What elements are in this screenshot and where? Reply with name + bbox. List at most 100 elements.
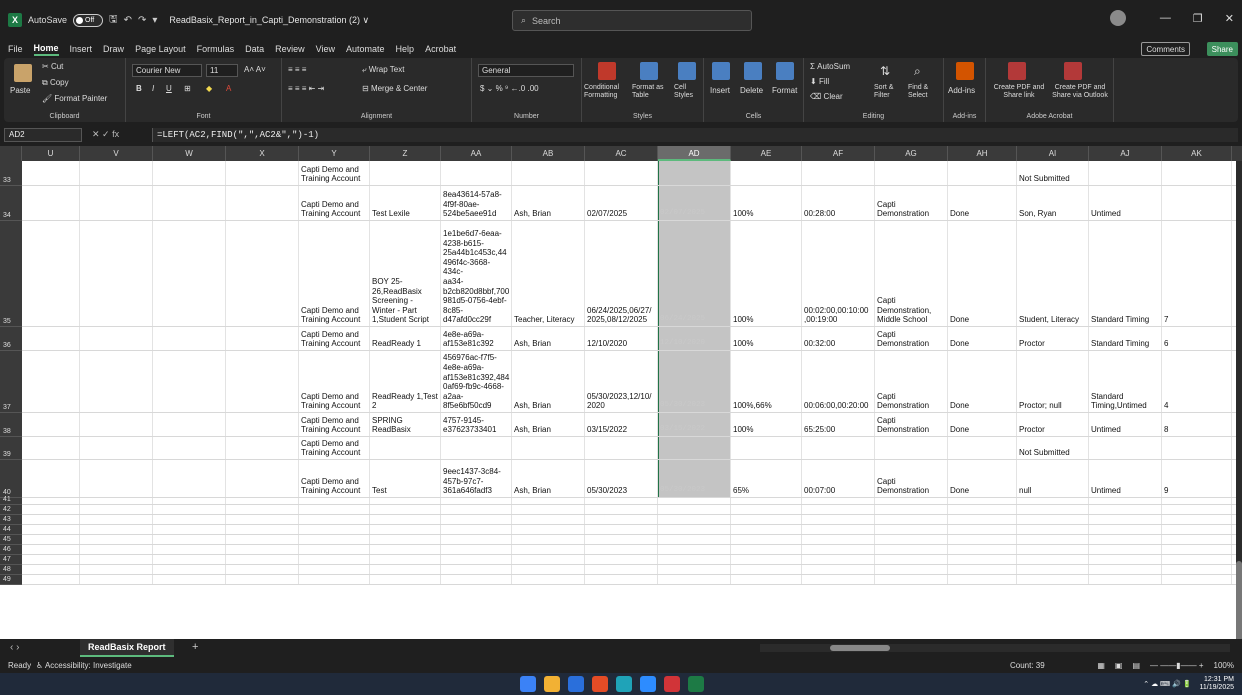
- cell-x40[interactable]: [226, 460, 299, 497]
- cell-y47[interactable]: [299, 555, 370, 564]
- cell-ag33[interactable]: [875, 161, 948, 185]
- cell-aj33[interactable]: [1089, 161, 1162, 185]
- cell-v49[interactable]: [80, 575, 153, 584]
- cell-ae47[interactable]: [731, 555, 802, 564]
- tab-data[interactable]: Data: [245, 44, 264, 54]
- cell-w39[interactable]: [153, 437, 226, 459]
- cell-z45[interactable]: [370, 535, 441, 544]
- cell-ak43[interactable]: [1162, 515, 1232, 524]
- row-header-49[interactable]: 49: [0, 575, 22, 585]
- cell-ab47[interactable]: [512, 555, 585, 564]
- create-pdf-icon[interactable]: [1008, 62, 1026, 80]
- underline-icon[interactable]: U: [166, 84, 172, 93]
- cell-x37[interactable]: [226, 351, 299, 412]
- cell-ae36[interactable]: 100%: [731, 327, 802, 350]
- cell-ae33[interactable]: [731, 161, 802, 185]
- cell-z33[interactable]: [370, 161, 441, 185]
- cell-ad48[interactable]: [658, 565, 731, 574]
- cell-ad36[interactable]: 12/10/2020: [658, 327, 731, 350]
- cell-ac39[interactable]: [585, 437, 658, 459]
- find-select-button[interactable]: Find & Select: [908, 84, 940, 100]
- cell-v40[interactable]: [80, 460, 153, 497]
- cell-aa33[interactable]: [441, 161, 512, 185]
- cell-aa45[interactable]: [441, 535, 512, 544]
- cell-w40[interactable]: [153, 460, 226, 497]
- autosum-button[interactable]: Σ AutoSum: [810, 62, 850, 71]
- cell-ac47[interactable]: [585, 555, 658, 564]
- cell-ak39[interactable]: [1162, 437, 1232, 459]
- paste-button[interactable]: Paste: [10, 86, 30, 95]
- format-cells-icon[interactable]: [776, 62, 794, 80]
- cell-aj49[interactable]: [1089, 575, 1162, 584]
- cell-v33[interactable]: [80, 161, 153, 185]
- cell-ad45[interactable]: [658, 535, 731, 544]
- cell-ai39[interactable]: Not Submitted: [1017, 437, 1089, 459]
- cell-ac35[interactable]: 06/24/2025,06/27/ 2025,08/12/2025: [585, 221, 658, 326]
- cell-ab41[interactable]: [512, 498, 585, 504]
- cell-u35[interactable]: [22, 221, 80, 326]
- cell-w41[interactable]: [153, 498, 226, 504]
- cell-ai46[interactable]: [1017, 545, 1089, 554]
- customize-quick-access-icon[interactable]: ▾: [152, 15, 157, 26]
- cell-aj47[interactable]: [1089, 555, 1162, 564]
- save-icon[interactable]: 🖫: [109, 12, 118, 29]
- cell-ad40[interactable]: 05/30/2023: [658, 460, 731, 497]
- cell-ah38[interactable]: Done: [948, 413, 1017, 436]
- cell-v39[interactable]: [80, 437, 153, 459]
- cell-ak33[interactable]: [1162, 161, 1232, 185]
- cell-ac34[interactable]: 02/07/2025: [585, 186, 658, 220]
- cell-aj36[interactable]: Standard Timing: [1089, 327, 1162, 350]
- cell-x44[interactable]: [226, 525, 299, 534]
- cell-ae41[interactable]: [731, 498, 802, 504]
- zoom-level[interactable]: 100%: [1214, 661, 1234, 670]
- cell-ag38[interactable]: Capti Demonstration: [875, 413, 948, 436]
- cell-ad43[interactable]: [658, 515, 731, 524]
- cell-aa49[interactable]: [441, 575, 512, 584]
- cell-ah45[interactable]: [948, 535, 1017, 544]
- format-as-table-button[interactable]: Format as Table: [632, 84, 668, 100]
- cell-ai38[interactable]: Proctor: [1017, 413, 1089, 436]
- cell-ak49[interactable]: [1162, 575, 1232, 584]
- cell-ai34[interactable]: Son, Ryan: [1017, 186, 1089, 220]
- cell-w49[interactable]: [153, 575, 226, 584]
- page-break-view-icon[interactable]: ▤: [1132, 661, 1140, 670]
- cell-u44[interactable]: [22, 525, 80, 534]
- cell-aa41[interactable]: [441, 498, 512, 504]
- cell-aa47[interactable]: [441, 555, 512, 564]
- cell-ah37[interactable]: Done: [948, 351, 1017, 412]
- vertical-scrollbar[interactable]: [1236, 161, 1242, 639]
- cell-ab40[interactable]: Ash, Brian: [512, 460, 585, 497]
- tab-file[interactable]: File: [8, 44, 23, 54]
- cell-z42[interactable]: [370, 505, 441, 514]
- cell-aj39[interactable]: [1089, 437, 1162, 459]
- edge-icon[interactable]: [616, 676, 632, 692]
- cell-ak46[interactable]: [1162, 545, 1232, 554]
- page-layout-view-icon[interactable]: ▣: [1115, 661, 1123, 670]
- cell-af41[interactable]: [802, 498, 875, 504]
- delete-button[interactable]: Delete: [740, 86, 763, 95]
- normal-view-icon[interactable]: ▦: [1097, 661, 1105, 670]
- cell-z44[interactable]: [370, 525, 441, 534]
- clock[interactable]: 12:31 PM 11/19/2025: [1199, 676, 1234, 692]
- cell-z43[interactable]: [370, 515, 441, 524]
- cell-ab43[interactable]: [512, 515, 585, 524]
- cell-af40[interactable]: 00:07:00: [802, 460, 875, 497]
- row-header-36[interactable]: 36: [0, 327, 22, 351]
- cell-ac37[interactable]: 05/30/2023,12/10/ 2020: [585, 351, 658, 412]
- cell-ak44[interactable]: [1162, 525, 1232, 534]
- cell-ah49[interactable]: [948, 575, 1017, 584]
- column-header-aj[interactable]: AJ: [1089, 146, 1162, 161]
- cell-y36[interactable]: Capti Demo and Training Account: [299, 327, 370, 350]
- cell-aa44[interactable]: [441, 525, 512, 534]
- restore-icon[interactable]: ❐: [1193, 12, 1203, 25]
- column-header-w[interactable]: W: [153, 146, 226, 161]
- cell-v37[interactable]: [80, 351, 153, 412]
- cell-ac46[interactable]: [585, 545, 658, 554]
- cell-y38[interactable]: Capti Demo and Training Account: [299, 413, 370, 436]
- cell-ab44[interactable]: [512, 525, 585, 534]
- cell-af35[interactable]: 00:02:00,00:10:00 ,00:19:00: [802, 221, 875, 326]
- tab-insert[interactable]: Insert: [70, 44, 93, 54]
- cell-ak41[interactable]: [1162, 498, 1232, 504]
- cell-x38[interactable]: [226, 413, 299, 436]
- cell-ad33[interactable]: [658, 161, 731, 185]
